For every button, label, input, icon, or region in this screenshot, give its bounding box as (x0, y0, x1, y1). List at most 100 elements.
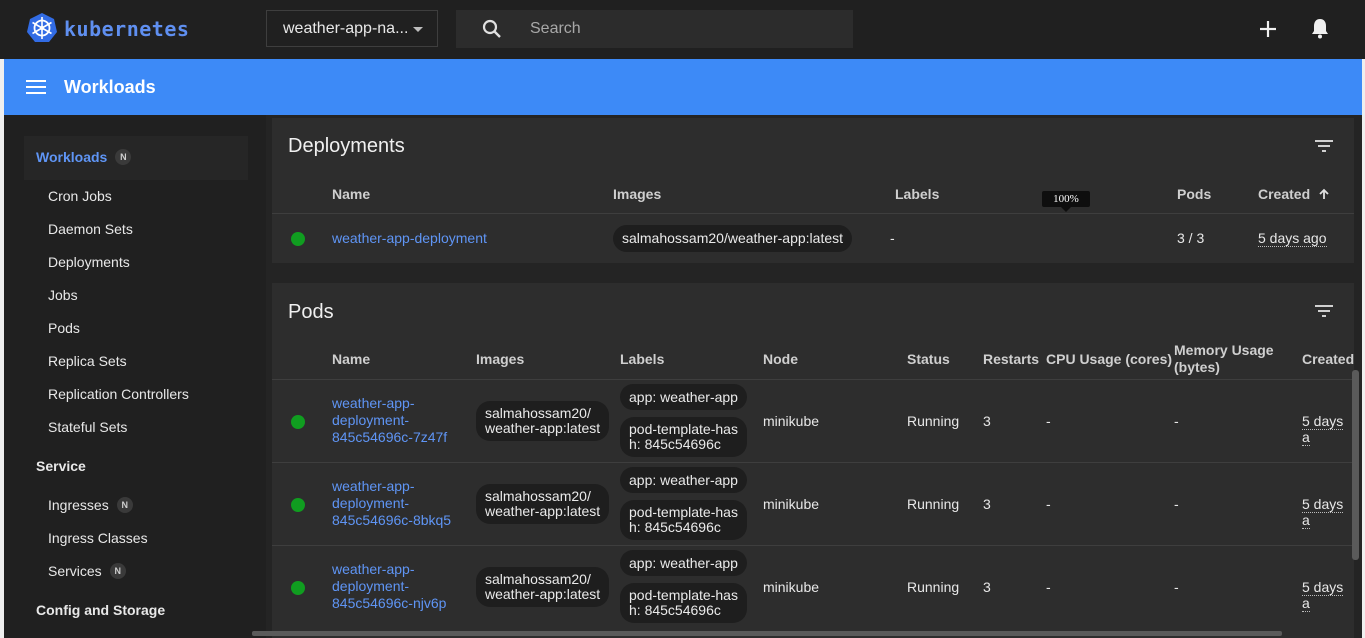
image-text: salmahossam20/ (485, 405, 591, 421)
divider (272, 545, 1354, 546)
image-text: weather-app:latest (485, 503, 601, 519)
pod-name-text: 845c54696c-njv6p (332, 595, 447, 611)
deployments-title: Deployments (288, 135, 405, 157)
deployments-card: Deployments Name Images Labels 100% Pods… (272, 118, 1354, 263)
sidebar-item-workloads[interactable]: Workloads N (36, 149, 132, 165)
sidebar-item-config-and-storage[interactable]: Config and Storage (36, 602, 165, 618)
kubernetes-logo-icon[interactable] (26, 12, 58, 44)
namespaced-badge: N (109, 563, 126, 579)
page-header: Workloads (4, 59, 1362, 115)
column-header-status: Status (907, 351, 950, 367)
label-text: pod-template-has (629, 504, 738, 520)
status-ok-icon (291, 581, 305, 595)
cpu-usage: - (1046, 496, 1051, 512)
add-resource-plus-icon[interactable] (1256, 17, 1280, 41)
pods-title: Pods (288, 301, 334, 323)
memory-usage: - (1174, 579, 1179, 595)
notifications-bell-icon[interactable] (1308, 16, 1332, 40)
created-time: 5 days a (1302, 496, 1354, 529)
label-chip: pod-template-has h: 845c54696c (620, 583, 747, 623)
image-chip: salmahossam20/ weather-app:latest (476, 567, 610, 607)
label-chip: app: weather-app (620, 467, 747, 493)
memory-usage: - (1174, 496, 1179, 512)
label-chip: app: weather-app (620, 550, 747, 576)
sidebar-item-services[interactable]: Services N (48, 563, 126, 579)
label-chip: pod-template-has h: 845c54696c (620, 417, 747, 457)
column-header-label: (bytes) (1174, 359, 1220, 375)
sort-ascending-icon[interactable] (1318, 188, 1330, 200)
filter-icon[interactable] (1312, 299, 1336, 323)
divider (272, 213, 1354, 214)
sidebar-item-pods[interactable]: Pods (48, 320, 80, 336)
pod-name-text: deployment- (332, 578, 410, 594)
labels-value: - (890, 230, 895, 246)
top-bar: kubernetes weather-app-na... (0, 0, 1365, 59)
column-header-cpu: CPU Usage (cores) (1046, 351, 1173, 367)
pod-status: Running (907, 413, 960, 429)
brand-name[interactable]: kubernetes (64, 17, 189, 41)
sidebar-item-jobs[interactable]: Jobs (48, 287, 78, 303)
sidebar-item-replication-controllers[interactable]: Replication Controllers (48, 386, 189, 402)
filter-icon[interactable] (1312, 134, 1336, 158)
namespace-value: weather-app-na... (283, 19, 409, 37)
column-header-labels: Labels (620, 351, 665, 367)
sidebar-item-stateful-sets[interactable]: Stateful Sets (48, 419, 127, 435)
node-name: minikube (763, 496, 820, 512)
column-header-name[interactable]: Name (332, 351, 370, 367)
column-header-label: Memory Usage (1174, 342, 1274, 358)
column-header-labels: Labels (895, 186, 940, 202)
label-chip: pod-template-has h: 845c54696c (620, 500, 747, 540)
memory-usage: - (1174, 413, 1179, 429)
vertical-scrollbar[interactable] (1352, 370, 1359, 560)
created-time-text: 5 days a (1302, 413, 1344, 446)
namespace-select[interactable]: weather-app-na... (266, 10, 438, 47)
pod-name-link[interactable]: weather-app- deployment- 845c54696c-8bkq… (332, 478, 451, 529)
image-text: weather-app:latest (485, 420, 601, 436)
page-title: Workloads (64, 77, 156, 97)
pod-status: Running (907, 579, 960, 595)
sidebar-item-cron-jobs[interactable]: Cron Jobs (48, 188, 112, 204)
created-time-text: 5 days a (1302, 579, 1344, 612)
image-chip: salmahossam20/weather-app:latest (613, 225, 853, 252)
restarts-count: 3 (983, 496, 991, 512)
label-chip: app: weather-app (620, 384, 747, 410)
namespaced-badge: N (116, 497, 133, 513)
created-time: 5 days a (1302, 579, 1354, 612)
column-header-images: Images (613, 186, 662, 202)
namespaced-badge: N (115, 149, 132, 165)
main-content: Deployments Name Images Labels 100% Pods… (266, 115, 1362, 638)
sidebar-item-replica-sets[interactable]: Replica Sets (48, 353, 127, 369)
column-header-restarts: Restarts (983, 351, 1040, 367)
sidebar-item-deployments[interactable]: Deployments (48, 254, 130, 270)
status-ok-icon (291, 415, 305, 429)
deployment-name-link[interactable]: weather-app-deployment (332, 230, 487, 246)
created-time: 5 days ago (1258, 230, 1327, 247)
column-header-created[interactable]: Created (1302, 351, 1354, 367)
menu-icon[interactable] (26, 77, 46, 97)
label-text: h: 845c54696c (629, 436, 721, 452)
sidebar: Workloads N Cron Jobs Daemon Sets Deploy… (4, 115, 266, 638)
search-input[interactable] (530, 18, 830, 40)
sidebar-item-ingresses[interactable]: Ingresses N (48, 497, 133, 513)
horizontal-scrollbar[interactable] (252, 631, 1282, 636)
pod-name-text: weather-app- (332, 561, 415, 577)
restarts-count: 3 (983, 579, 991, 595)
column-header-label: Created (1258, 186, 1311, 202)
cpu-usage: - (1046, 413, 1051, 429)
sidebar-item-ingress-classes[interactable]: Ingress Classes (48, 530, 148, 546)
search-icon (482, 19, 501, 38)
column-header-name[interactable]: Name (332, 186, 370, 202)
image-text: salmahossam20/ (485, 571, 591, 587)
search-bar[interactable] (456, 10, 853, 48)
column-header-node: Node (763, 351, 798, 367)
status-ok-icon (291, 232, 305, 246)
pod-name-link[interactable]: weather-app- deployment- 845c54696c-njv6… (332, 561, 446, 612)
pod-name-link[interactable]: weather-app- deployment- 845c54696c-7z47… (332, 395, 447, 446)
sidebar-item-daemon-sets[interactable]: Daemon Sets (48, 221, 133, 237)
created-time: 5 days a (1302, 413, 1354, 446)
pod-name-text: weather-app- (332, 395, 415, 411)
pod-name-text: 845c54696c-8bkq5 (332, 512, 452, 528)
column-header-created[interactable]: Created (1258, 186, 1330, 202)
column-header-pods: Pods (1177, 186, 1212, 202)
sidebar-item-service[interactable]: Service (36, 458, 86, 474)
